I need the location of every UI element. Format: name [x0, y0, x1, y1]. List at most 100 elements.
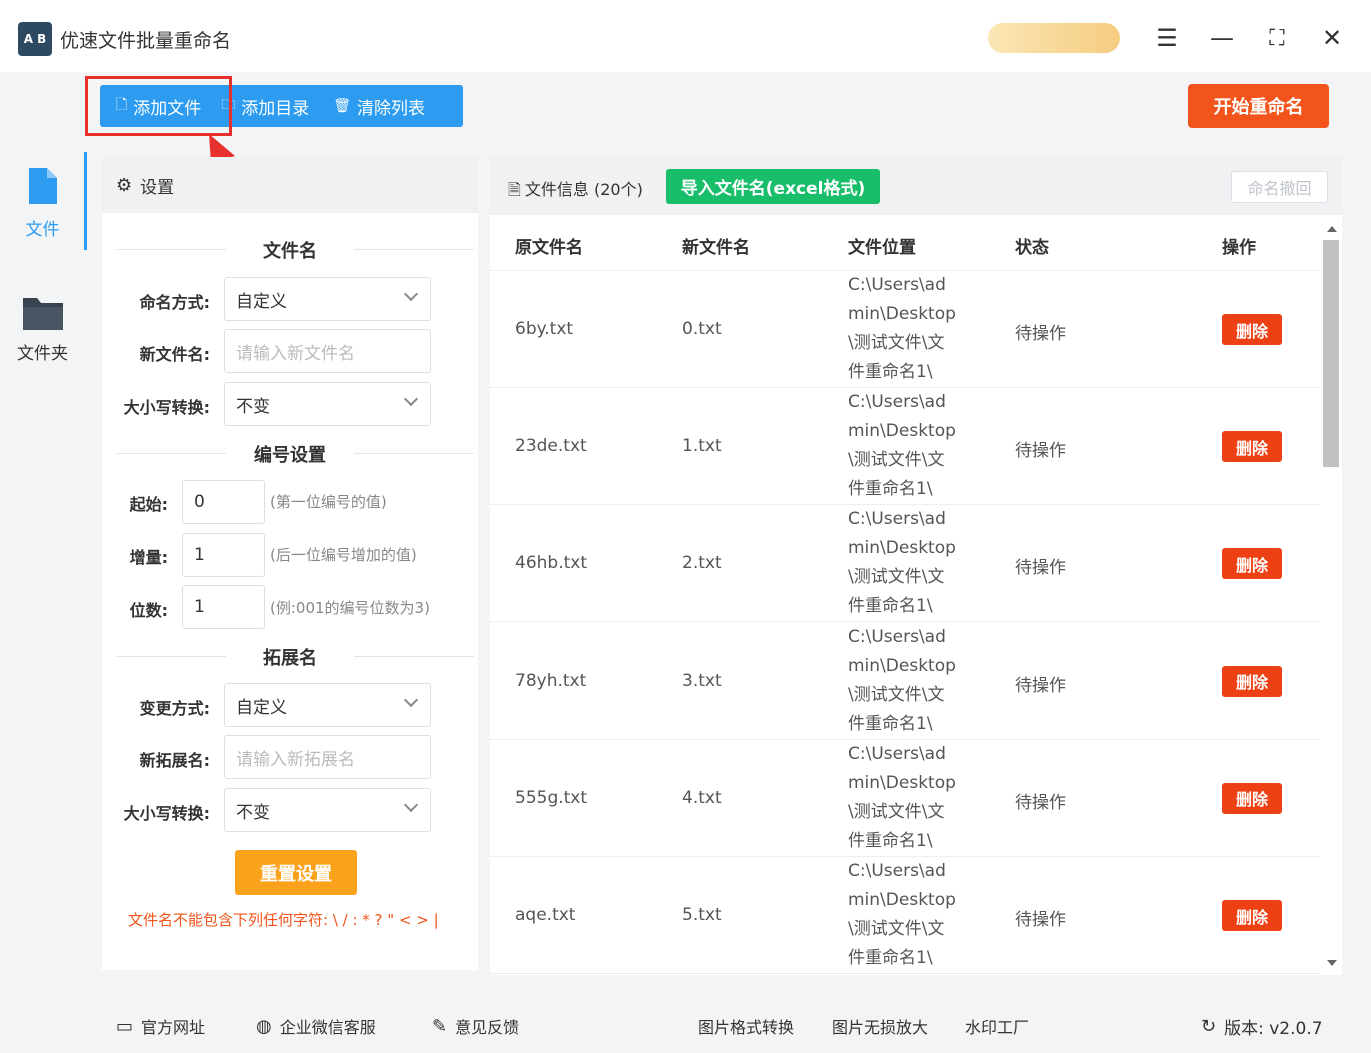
step-input[interactable]: 1	[182, 533, 265, 577]
new-ext-input[interactable]: 请输入新拓展名	[224, 735, 431, 779]
file-info-panel: 🗎 文件信息 (20个) 导入文件名(excel格式) 命名撤回 原文件名 新文件…	[490, 157, 1342, 975]
reset-settings-button[interactable]: 重置设置	[235, 850, 357, 895]
website-icon: ▭	[116, 1015, 134, 1037]
naming-mode-select[interactable]: 自定义	[224, 277, 431, 321]
location-line: C:\Users\ad	[848, 509, 946, 530]
location-line: 件重命名1\	[848, 362, 933, 382]
cell-new-name: 0.txt	[682, 319, 722, 339]
delete-row-button[interactable]: 删除	[1222, 548, 1282, 580]
cell-original-name: aqe.txt	[515, 905, 576, 925]
cell-status: 待操作	[1015, 441, 1066, 462]
title-bar: A B 优速文件批量重命名 ☰ — ⛶ ✕	[0, 0, 1371, 72]
start-input[interactable]: 0	[182, 480, 265, 524]
nav-folder-label: 文件夹	[17, 344, 68, 364]
delete-row-button[interactable]: 删除	[1222, 314, 1282, 345]
table-row: 23de.txt 1.txt C:\Users\ad min\Desktop \测试文件…	[490, 388, 1320, 506]
nav-file[interactable]: 文件	[0, 166, 85, 240]
new-name-input[interactable]: 请输入新文件名	[224, 329, 431, 373]
ext-case-select[interactable]: 不变	[224, 788, 431, 832]
cell-original-name: 46hb.txt	[515, 553, 587, 574]
wechat-link[interactable]: ◍ 企业微信客服	[256, 1014, 376, 1038]
cell-status: 待操作	[1015, 910, 1066, 930]
version-label: 版本: v2.0.7	[1224, 1019, 1323, 1039]
delete-row-button[interactable]: 删除	[1222, 665, 1282, 697]
location-line: \测试文件\文	[848, 333, 945, 353]
delete-row-button[interactable]: 删除	[1222, 900, 1282, 931]
feedback-link[interactable]: ✎ 意见反馈	[432, 1014, 519, 1038]
delete-row-button[interactable]: 删除	[1222, 782, 1282, 814]
cell-status: 待操作	[1015, 558, 1066, 579]
delete-row-button[interactable]: 删除	[1222, 431, 1282, 463]
website-link[interactable]: ▭ 官方网址	[116, 1014, 205, 1038]
ext-case-label: 大小写转换:	[123, 804, 210, 823]
case-select[interactable]: 不变	[224, 382, 431, 426]
location-line: 件重命名1\	[848, 713, 933, 734]
cell-new-name: 2.txt	[682, 553, 722, 574]
location-line: \测试文件\文	[848, 450, 945, 471]
img-convert-link[interactable]: 图片格式转换	[698, 1014, 794, 1038]
minimize-icon[interactable]: —	[1206, 22, 1238, 54]
cell-original-name: 555g.txt	[515, 787, 588, 808]
location-line: 件重命名1\	[848, 479, 933, 500]
cell-location: C:\Users\ad min\Desktop \测试文件\文 件重命名1\	[848, 623, 968, 739]
file-info-title: 🗎 文件信息 (20个)	[508, 176, 643, 206]
cell-location: C:\Users\ad min\Desktop \测试文件\文 件重命名1\	[848, 505, 968, 621]
location-line: C:\Users\ad	[848, 392, 946, 413]
cell-original-name: 6by.txt	[515, 319, 574, 339]
scroll-up-icon[interactable]	[1327, 226, 1337, 232]
img-enlarge-link[interactable]: 图片无损放大	[832, 1014, 928, 1038]
version-info[interactable]: ↻ 版本: v2.0.7	[1201, 1014, 1323, 1039]
col-action: 操作	[1222, 238, 1256, 258]
chevron-down-icon	[403, 286, 419, 302]
menu-icon[interactable]: ☰	[1151, 22, 1183, 54]
scroll-down-icon[interactable]	[1327, 960, 1337, 966]
gear-icon: ⚙	[116, 174, 133, 196]
start-hint: (第一位编号的值)	[270, 493, 387, 511]
import-excel-button[interactable]: 导入文件名(excel格式)	[666, 169, 880, 204]
location-line: \测试文件\文	[848, 684, 945, 705]
maximize-icon[interactable]: ⛶	[1261, 22, 1293, 54]
change-mode-select[interactable]: 自定义	[224, 683, 431, 727]
watermark-link[interactable]: 水印工厂	[965, 1014, 1029, 1038]
add-dir-button[interactable]: 🗀 添加目录	[217, 85, 319, 127]
table-row: 78yh.txt 3.txt C:\Users\ad min\Desktop \测试文件…	[490, 623, 1320, 740]
file-icon: 🗎	[508, 180, 521, 199]
feedback-icon: ✎	[432, 1015, 448, 1037]
cell-status: 待操作	[1015, 324, 1066, 344]
chevron-down-icon	[403, 692, 419, 708]
location-line: 件重命名1\	[848, 948, 933, 968]
digits-input[interactable]: 1	[182, 585, 265, 629]
location-line: min\Desktop	[848, 538, 956, 559]
location-line: C:\Users\ad	[848, 275, 946, 295]
digits-label: 位数:	[129, 601, 168, 620]
table-row: aqe.txt 5.txt C:\Users\ad min\Desktop \测试文件\…	[490, 857, 1320, 974]
start-rename-button[interactable]: 开始重命名	[1188, 84, 1329, 128]
naming-mode-label: 命名方式:	[139, 293, 210, 312]
close-icon[interactable]: ✕	[1316, 22, 1348, 54]
website-label: 官方网址	[141, 1018, 206, 1037]
cell-new-name: 3.txt	[682, 670, 722, 691]
location-line: 件重命名1\	[848, 830, 933, 851]
location-line: C:\Users\ad	[848, 743, 946, 764]
nav-folder[interactable]: 文件夹	[0, 294, 85, 364]
change-mode-value: 自定义	[236, 697, 287, 718]
cell-status: 待操作	[1015, 792, 1066, 813]
undo-rename-button[interactable]: 命名撤回	[1231, 171, 1328, 203]
highlight-annotation	[85, 76, 232, 136]
step-label: 增量:	[129, 548, 168, 567]
wechat-label: 企业微信客服	[279, 1018, 376, 1037]
nav-file-label: 文件	[25, 220, 60, 240]
cell-location: C:\Users\ad min\Desktop \测试文件\文 件重命名1\	[848, 857, 968, 973]
settings-panel: ⚙ 设置 文件名 命名方式: 自定义 新文件名: 请输入新文件名 大小写转换: …	[102, 157, 478, 970]
settings-title: 设置	[140, 177, 175, 198]
cell-location: C:\Users\ad min\Desktop \测试文件\文 件重命名1\	[848, 740, 968, 856]
promo-banner[interactable]	[988, 23, 1120, 53]
scroll-thumb[interactable]	[1323, 240, 1339, 467]
file-info-count: 文件信息 (20个)	[524, 180, 643, 199]
case-value: 不变	[236, 396, 270, 417]
ext-section-title: 拓展名	[263, 648, 317, 669]
numbering-section-title: 编号设置	[254, 445, 326, 466]
cell-new-name: 1.txt	[682, 436, 722, 457]
clear-list-button[interactable]: 🗑 清除列表	[319, 85, 435, 127]
col-status: 状态	[1015, 238, 1049, 258]
